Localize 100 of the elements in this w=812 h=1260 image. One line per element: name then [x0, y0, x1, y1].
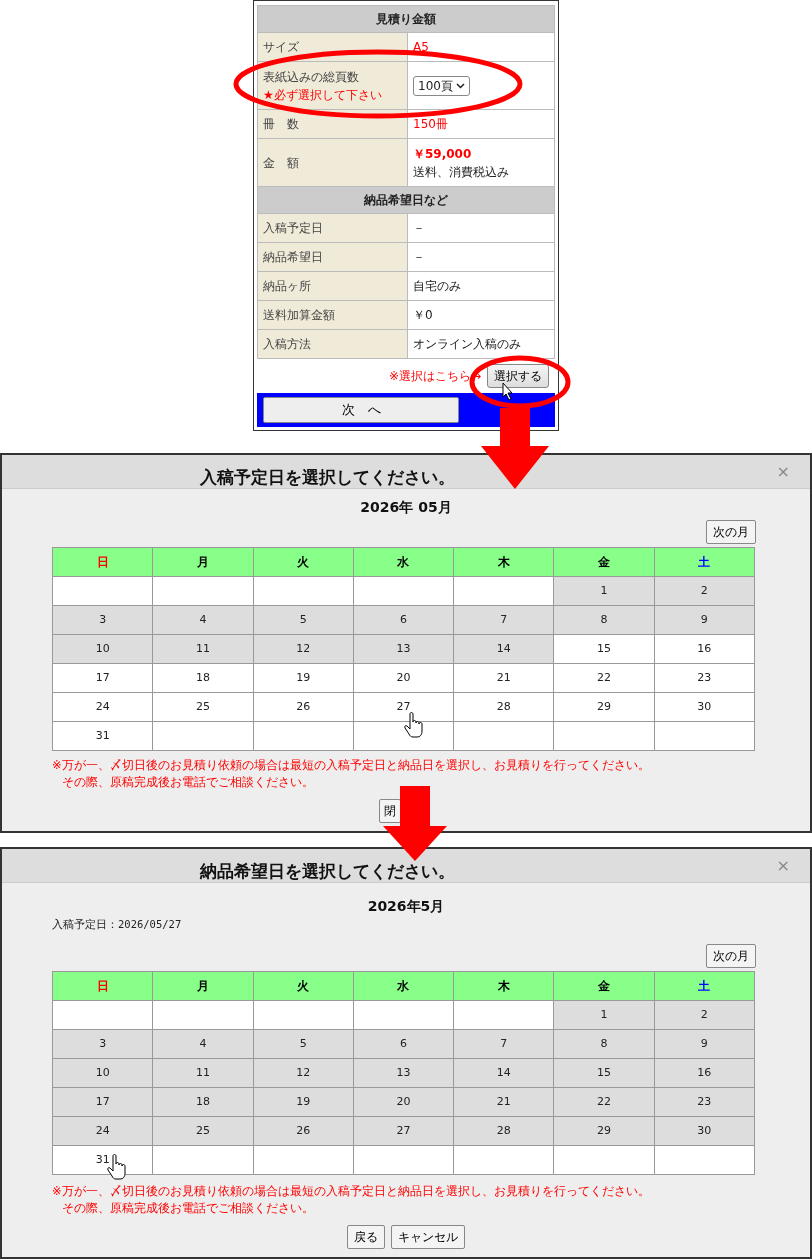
- calendar-day: 18: [152, 1087, 254, 1117]
- calendar-day: 9: [654, 605, 755, 635]
- calendar-day: 5: [253, 1029, 354, 1059]
- calendar-day[interactable]: 19: [253, 663, 354, 693]
- weekday-label: 木: [497, 555, 510, 569]
- calendar-day: 3: [52, 605, 153, 635]
- notice-text: ※万が一、〆切日後のお見積り依頼の場合は最短の入稿予定日と納品日を選択し、お見積りを行ってください。: [52, 757, 651, 774]
- cursor-icon: [502, 382, 513, 401]
- field-value: 自宅のみ: [413, 279, 461, 293]
- calendar-day: 28: [453, 1116, 554, 1146]
- calendar-day: 9: [654, 1029, 755, 1059]
- weekday-label: 日: [96, 978, 109, 993]
- next-month-button[interactable]: 次の月: [706, 943, 756, 968]
- calendar-day: 22: [553, 1087, 655, 1117]
- field-label: 金 額: [257, 138, 408, 187]
- calendar-day: 7: [453, 1029, 554, 1059]
- section-header: 納品希望日など: [257, 186, 555, 214]
- calendar-day[interactable]: 18: [152, 663, 254, 693]
- calendar-day: 19: [253, 1087, 354, 1117]
- calendar-day: 12: [253, 1058, 354, 1088]
- calendar-day[interactable]: 29: [553, 692, 655, 722]
- next-button[interactable]: 次 へ: [263, 397, 459, 423]
- weekday-label: 水: [397, 978, 410, 993]
- calendar-day[interactable]: 30: [654, 692, 755, 722]
- weekday-label: 木: [497, 978, 510, 993]
- weekday-label: 土: [698, 978, 711, 993]
- weekday-label: 日: [96, 555, 109, 569]
- select-button[interactable]: 選択する: [487, 364, 549, 388]
- dialog-title: 納品希望日を選択してください。: [200, 860, 455, 883]
- calendar-day: 4: [152, 605, 254, 635]
- calendar-day: 4: [152, 1029, 254, 1059]
- calendar-day: 23: [654, 1087, 755, 1117]
- calendar-day[interactable]: 15: [553, 634, 655, 664]
- dialog-button[interactable]: キャンセル: [391, 1224, 465, 1249]
- calendar-day: 3: [52, 1029, 153, 1059]
- notice-text: その際、原稿完成後お電話でご相談ください。: [61, 1199, 315, 1217]
- field-value: －: [413, 221, 425, 235]
- price-value: ￥59,000: [413, 145, 473, 163]
- field-value: ￥0: [413, 308, 433, 322]
- calendar-day: 1: [553, 576, 655, 606]
- weekday-label: 水: [397, 555, 410, 569]
- info-text: 入稿予定日：2026/05/27: [52, 917, 183, 932]
- weekday-label: 火: [297, 555, 310, 569]
- month-title: 2026年 05月: [359, 498, 453, 517]
- calendar-day: 25: [152, 1116, 254, 1146]
- hand-cursor-icon: [404, 712, 423, 738]
- calendar-day: 11: [152, 1058, 254, 1088]
- weekday-label: 金: [598, 978, 611, 993]
- dialog-title: 入稿予定日を選択してください。: [200, 466, 455, 489]
- price-note: 送料、消費税込み: [413, 163, 510, 181]
- calendar-day: 27: [353, 1116, 454, 1146]
- field-label: 送料加算金額: [257, 300, 408, 330]
- calendar-day: 6: [353, 605, 454, 635]
- calendar-day: 26: [253, 1116, 354, 1146]
- calendar-day: 13: [353, 634, 454, 664]
- weekday-label: 土: [698, 555, 711, 569]
- dialog-button[interactable]: 閉: [379, 799, 401, 823]
- calendar-day: 24: [52, 1116, 153, 1146]
- dialog-button[interactable]: 戻る: [347, 1224, 385, 1249]
- calendar-day[interactable]: 20: [353, 663, 454, 693]
- calendar-day: 2: [654, 576, 755, 606]
- calendar-day: 14: [453, 1058, 554, 1088]
- field-label: 入稿方法: [257, 329, 408, 359]
- calendar-day[interactable]: 21: [453, 663, 554, 693]
- calendar-day[interactable]: 25: [152, 692, 254, 722]
- calendar-day[interactable]: 23: [654, 663, 755, 693]
- month-title: 2026年5月: [366, 897, 446, 916]
- field-label: 納品ヶ所: [257, 271, 408, 301]
- calendar-day[interactable]: 24: [52, 692, 153, 722]
- weekday-label: 月: [196, 555, 209, 569]
- calendar-day[interactable]: 16: [654, 634, 755, 664]
- calendar-day: 16: [654, 1058, 755, 1088]
- calendar-day: 13: [353, 1058, 454, 1088]
- calendar-day: 17: [52, 1087, 153, 1117]
- section-header: 見積り金額: [257, 5, 555, 33]
- calendar-day: 21: [453, 1087, 554, 1117]
- calendar-day: 7: [453, 605, 554, 635]
- next-month-button[interactable]: 次の月: [706, 520, 756, 544]
- hand-cursor-icon: [107, 1154, 126, 1180]
- field-value: オンライン入稿のみ: [413, 337, 521, 351]
- calendar-day: 8: [553, 605, 655, 635]
- calendar-day: 6: [353, 1029, 454, 1059]
- calendar-day: 11: [152, 634, 254, 664]
- calendar-day: 29: [553, 1116, 655, 1146]
- calendar-day[interactable]: 26: [253, 692, 354, 722]
- calendar-day[interactable]: 31: [52, 721, 153, 751]
- calendar-day: 30: [654, 1116, 755, 1146]
- field-label: 納品希望日: [257, 242, 408, 272]
- field-value: A5: [413, 40, 429, 54]
- weekday-label: 月: [196, 978, 209, 993]
- calendar-day[interactable]: 28: [453, 692, 554, 722]
- weekday-label: 火: [297, 978, 310, 993]
- calendar-day: 5: [253, 605, 354, 635]
- field-value: －: [413, 250, 425, 264]
- calendar-day: 1: [553, 1000, 655, 1030]
- calendar-day[interactable]: 17: [52, 663, 153, 693]
- page-count-select[interactable]: 100頁: [413, 75, 470, 96]
- calendar-day: 8: [553, 1029, 655, 1059]
- weekday-label: 金: [598, 555, 611, 569]
- calendar-day[interactable]: 22: [553, 663, 655, 693]
